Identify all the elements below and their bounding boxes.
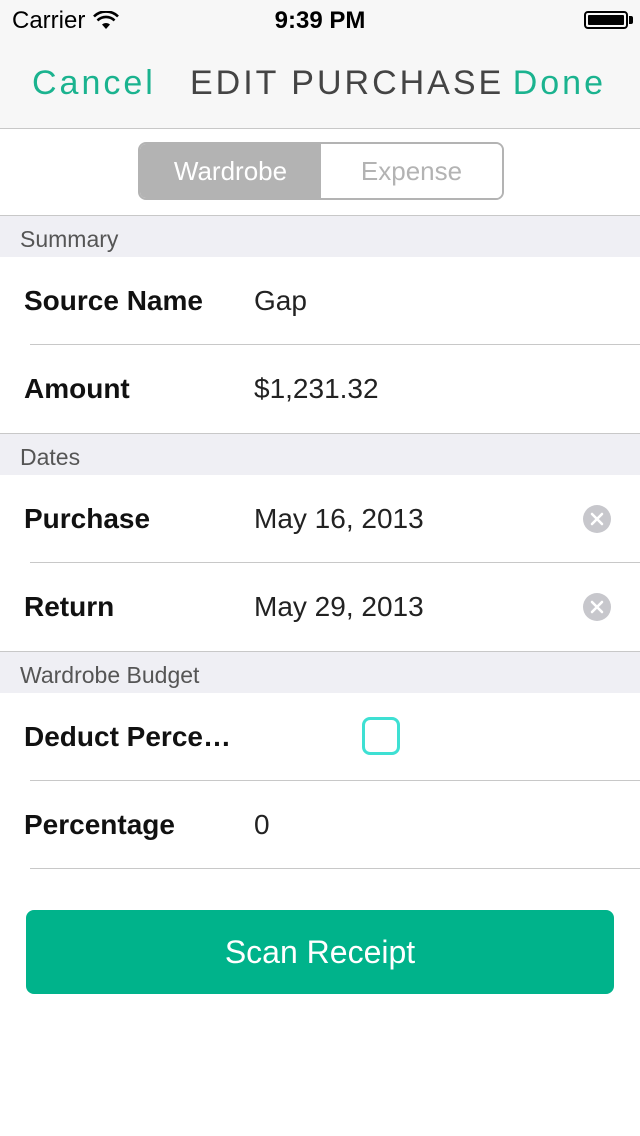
amount-value[interactable]: $1,231.32 xyxy=(254,345,379,433)
status-time: 9:39 PM xyxy=(274,7,366,34)
section-header-summary: Summary xyxy=(0,215,640,257)
section-header-dates: Dates xyxy=(0,433,640,475)
battery-tip xyxy=(629,16,633,24)
source-name-row[interactable]: Source Name Gap xyxy=(0,257,640,345)
purchase-date-row[interactable]: Purchase May 16, 2013 xyxy=(0,475,640,563)
amount-label: Amount xyxy=(24,373,130,404)
status-bar: Carrier 9:39 PM xyxy=(0,0,640,40)
page-title: EDIT PURCHASE xyxy=(190,64,505,102)
source-name-value[interactable]: Gap xyxy=(254,257,307,345)
navigation-bar: Cancel EDIT PURCHASE Done xyxy=(0,40,640,129)
percentage-row[interactable]: Percentage 0 xyxy=(0,781,640,869)
screen: Carrier 9:39 PM Cancel EDIT PURCHASE Don… xyxy=(0,0,640,1136)
purchase-date-label: Purchase xyxy=(24,503,151,534)
deduct-percentage-checkbox[interactable] xyxy=(362,717,400,755)
purchase-date-value[interactable]: May 16, 2013 xyxy=(254,475,424,563)
scan-receipt-button[interactable]: Scan Receipt xyxy=(26,910,614,994)
percentage-value[interactable]: 0 xyxy=(254,781,270,869)
percentage-label: Percentage xyxy=(24,809,175,840)
done-button[interactable]: Done xyxy=(513,64,606,103)
deduct-percentage-row[interactable]: Deduct Perce… xyxy=(0,693,640,781)
amount-row[interactable]: Amount $1,231.32 xyxy=(0,345,640,433)
segment-wardrobe[interactable]: Wardrobe xyxy=(140,144,321,198)
section-header-wardrobe-budget: Wardrobe Budget xyxy=(0,651,640,693)
cancel-button[interactable]: Cancel xyxy=(32,64,156,103)
source-name-label: Source Name xyxy=(24,285,203,316)
row-divider xyxy=(30,868,640,869)
battery-icon xyxy=(584,11,628,29)
return-date-row[interactable]: Return May 29, 2013 xyxy=(0,563,640,651)
segment-expense[interactable]: Expense xyxy=(321,144,502,198)
type-segmented-control: Wardrobe Expense xyxy=(138,142,504,200)
return-date-value[interactable]: May 29, 2013 xyxy=(254,563,424,651)
clear-circle-icon[interactable] xyxy=(583,593,611,621)
clear-circle-icon[interactable] xyxy=(583,505,611,533)
return-date-label: Return xyxy=(24,591,115,622)
deduct-percentage-label: Deduct Perce… xyxy=(24,721,231,752)
segment-area: Wardrobe Expense xyxy=(0,129,640,215)
